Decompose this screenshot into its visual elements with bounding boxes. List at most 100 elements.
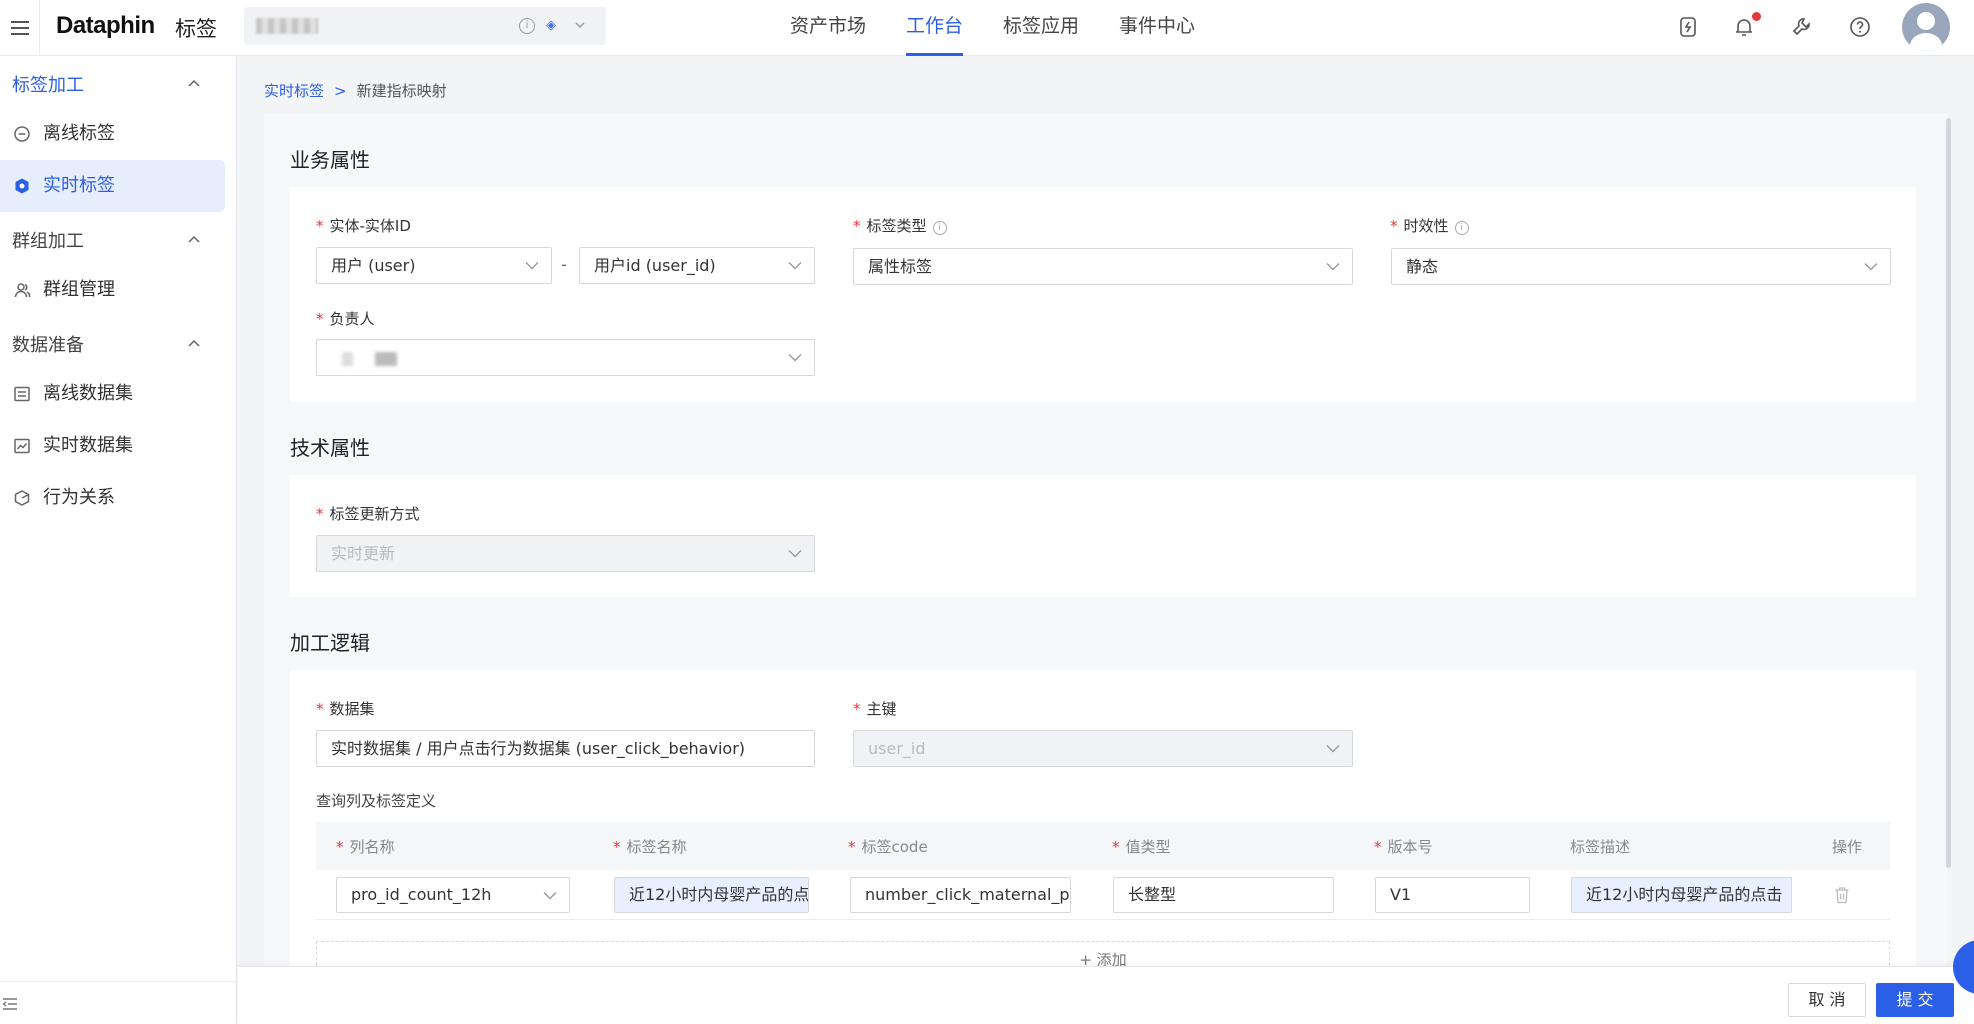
primary-key-label: * 主键 [853,700,897,718]
sidebar-item-label: 实时标签 [43,175,115,196]
sidebar: 标签加工 离线标签 实时标签 群组加工 群组管理 数据准备 离线数据集 实时数据… [0,56,237,1024]
section-title-technical: 技术属性 [290,436,370,460]
minus-circle-icon [14,126,30,142]
column-header: 操作 [1832,838,1863,856]
value-type-input[interactable]: 长整型 [1113,877,1334,913]
table-row: pro_id_count_12h 近12小时内母婴产品的点 number_cli… [316,870,1890,920]
sidebar-group-data-prep[interactable]: 数据准备 [12,331,84,357]
dataset-input[interactable]: 实时数据集 / 用户点击行为数据集 (user_click_behavior) [316,730,815,767]
info-icon[interactable]: i [932,221,947,235]
info-icon[interactable]: i [519,18,535,34]
logic-card [290,670,1916,970]
column-header: * 标签名称 [613,838,687,856]
entity-id-select[interactable]: 用户id (user_id) [579,247,815,284]
footer-bar: 取 消 提 交 [238,966,1974,1024]
breadcrumb-current: 新建指标映射 [356,82,447,100]
nav-tag-application[interactable]: 标签应用 [1003,0,1079,56]
sidebar-item-label: 群组管理 [43,279,115,300]
sidebar-item-label: 离线数据集 [43,383,133,404]
owner-name-redacted [331,351,441,366]
sidebar-footer [0,981,237,1024]
sidebar-item-offline-dataset[interactable]: 离线数据集 [0,368,225,420]
table-header: * 列名称 * 标签名称 * 标签code * 值类型 * 版本号 标签描述 操作 [316,822,1890,870]
breadcrumb-parent[interactable]: 实时标签 [264,82,324,100]
primary-key-select: user_id [853,730,1353,767]
sidebar-item-offline-tags[interactable]: 离线标签 [0,108,225,160]
sidebar-item-realtime-dataset[interactable]: 实时数据集 [0,420,225,472]
dataset-icon [14,386,30,402]
sidebar-item-group-management[interactable]: 群组管理 [0,264,225,316]
timeliness-select[interactable]: 静态 [1391,248,1891,285]
nav-asset-market[interactable]: 资产市场 [790,0,866,56]
column-header: 标签描述 [1570,838,1631,856]
breadcrumb-separator: > [334,82,347,100]
users-icon [14,283,31,298]
scrollbar[interactable] [1946,118,1951,868]
sidebar-group-group-processing[interactable]: 群组加工 [12,227,84,253]
sidebar-item-label: 离线标签 [43,123,115,144]
project-name-redacted [256,18,318,34]
collapse-sidebar-icon[interactable] [2,996,18,1012]
sidebar-item-behavior-relation[interactable]: 行为关系 [0,472,225,524]
column-header: * 列名称 [336,838,395,856]
realtime-dataset-icon [14,438,30,454]
section-title-logic: 加工逻辑 [290,631,370,655]
chevron-down-icon [788,550,802,558]
chevron-down-icon [1326,745,1340,753]
version-input[interactable]: V1 [1375,877,1530,913]
chevron-down-icon [525,262,539,270]
entity-label: * 实体-实体ID [316,217,411,235]
update-method-label: * 标签更新方式 [316,505,420,523]
entity-dash: - [561,255,567,274]
hamburger-menu-icon[interactable] [0,0,40,56]
sidebar-group-tag-processing[interactable]: 标签加工 [12,71,84,97]
top-bar: Dataphin 标签 i ◈ 资产市场 工作台 标签应用 事件中心 [0,0,1974,56]
owner-select[interactable] [316,339,815,376]
module-name: 标签 [175,17,217,41]
sidebar-item-label: 实时数据集 [43,435,133,456]
sidebar-item-realtime-tags[interactable]: 实时标签 [0,160,225,212]
chevron-up-icon[interactable] [188,235,200,243]
breadcrumb: 实时标签 > 新建指标映射 [264,80,447,101]
chevron-down-icon [1326,263,1340,271]
diamond-icon: ◈ [546,18,556,33]
notification-dot [1752,12,1761,21]
tag-code-input[interactable]: number_click_maternal_p [850,877,1071,913]
power-icon[interactable] [1676,15,1700,39]
wrench-icon[interactable] [1790,15,1814,39]
cancel-button[interactable]: 取 消 [1788,983,1866,1017]
tag-type-select[interactable]: 属性标签 [853,248,1353,285]
chevron-down-icon [788,262,802,270]
trash-icon[interactable] [1834,886,1850,904]
nav-event-center[interactable]: 事件中心 [1119,0,1195,56]
info-icon[interactable]: i [1454,221,1469,235]
update-method-select: 实时更新 [316,535,815,572]
user-avatar[interactable] [1902,3,1950,51]
column-header: * 值类型 [1112,838,1171,856]
submit-button[interactable]: 提 交 [1876,983,1954,1017]
chevron-down-icon[interactable] [574,19,586,31]
column-name-select[interactable]: pro_id_count_12h [336,877,570,913]
entity-select[interactable]: 用户 (user) [316,247,552,284]
tag-name-input[interactable]: 近12小时内母婴产品的点 [614,877,809,913]
nav-workbench[interactable]: 工作台 [906,0,964,56]
column-header: * 版本号 [1374,838,1433,856]
chevron-down-icon [1864,263,1878,271]
section-title-business: 业务属性 [290,148,370,172]
top-navigation: 资产市场 工作台 标签应用 事件中心 [770,0,1215,56]
brand-logo[interactable]: Dataphin [56,12,155,40]
realtime-tag-icon [15,178,29,194]
sidebar-item-label: 行为关系 [43,487,115,508]
timeliness-label: * 时效性 i [1390,215,1469,236]
query-columns-label: 查询列及标签定义 [316,792,437,810]
description-input[interactable]: 近12小时内母婴产品的点击 [1571,877,1792,913]
chevron-down-icon [543,892,557,900]
column-header: * 标签code [848,838,928,856]
relation-icon [14,490,30,506]
project-selector[interactable]: i ◈ [244,7,606,45]
help-icon[interactable] [1848,15,1872,39]
tag-type-label: * 标签类型 i [853,215,947,236]
owner-label: * 负责人 [316,310,375,328]
chevron-up-icon[interactable] [188,79,200,87]
chevron-up-icon[interactable] [188,339,200,347]
